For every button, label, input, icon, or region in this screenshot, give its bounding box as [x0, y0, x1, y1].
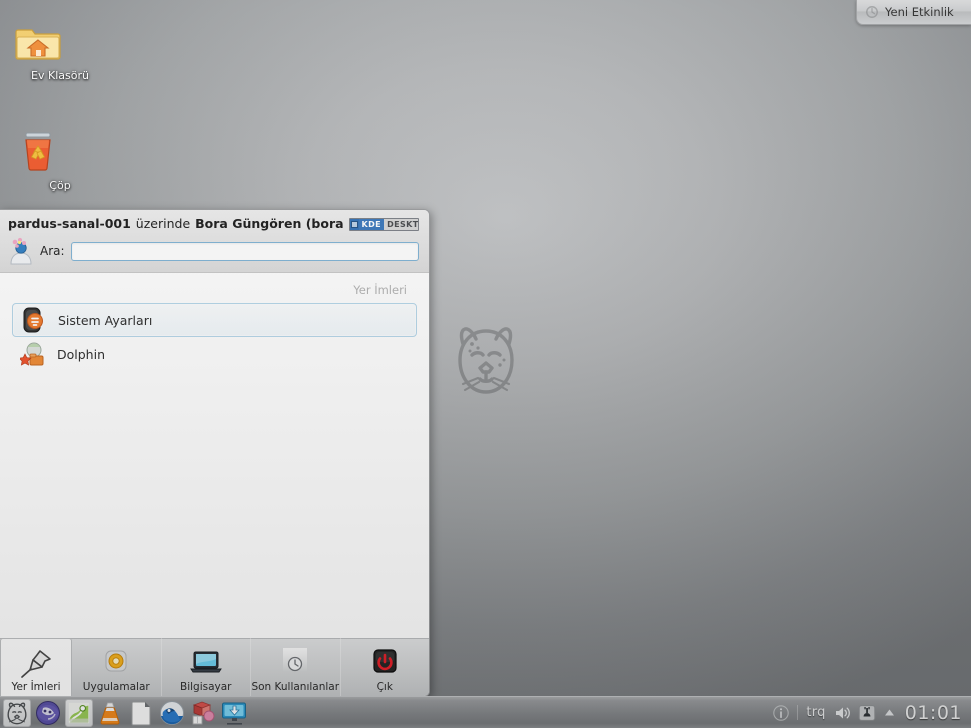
tab-label: Yer İmleri: [11, 681, 61, 693]
desktop-background[interactable]: Ev Klasörü Çöp Yeni Etkinlik pardus-sana…: [0, 0, 971, 728]
system-tray: trq 01:01: [772, 697, 971, 728]
speaker-icon[interactable]: [833, 704, 851, 722]
kickoff-username: Bora Güngören (bora: [195, 216, 344, 231]
new-activity-button[interactable]: Yeni Etkinlik: [856, 0, 971, 25]
tab-label: Çık: [376, 681, 393, 693]
clock-recent-icon: [283, 648, 308, 672]
kde-badge-kde: KDE: [358, 218, 385, 230]
tab-label: Bilgisayar: [180, 681, 232, 693]
package-manager-icon[interactable]: [189, 699, 217, 727]
desktop-icon-home-folder[interactable]: Ev Klasörü: [14, 17, 106, 82]
keyboard-layout-indicator[interactable]: trq: [797, 705, 825, 720]
globe-theater-icon[interactable]: [34, 699, 62, 727]
kickoff-entry-label: Sistem Ayarları: [58, 312, 153, 328]
kde-badge-desktop: DESKTOP: [384, 218, 418, 230]
pin-icon: [21, 650, 51, 678]
info-icon[interactable]: [772, 704, 790, 722]
pardus-leopard-logo: [458, 327, 514, 394]
trash-icon: [25, 132, 51, 171]
applications-icon: [105, 650, 127, 672]
tab-computer[interactable]: Bilgisayar: [162, 638, 251, 696]
konqueror-icon[interactable]: [158, 699, 186, 727]
computer-icon: [189, 651, 222, 673]
tab-label: Son Kullanılanlar: [251, 681, 340, 693]
power-leave-icon: [373, 649, 397, 673]
desktop-icon-label: Çöp: [49, 179, 71, 192]
dolphin-bookmark-icon: [20, 342, 44, 366]
kickoff-entry-system-settings[interactable]: Sistem Ayarları: [12, 303, 417, 337]
tab-recently-used[interactable]: Son Kullanılanlar: [251, 638, 341, 696]
new-activity-label: Yeni Etkinlik: [885, 5, 954, 19]
device-notifier-icon[interactable]: [858, 704, 876, 722]
tab-label: Uygulamalar: [82, 681, 150, 693]
bookmarks-section-label: Yer İmleri: [353, 283, 407, 297]
search-label: Ara:: [40, 244, 65, 258]
kde-desktop-badge: KDE DESKTOP: [348, 217, 419, 231]
kickoff-tab-bar: Yer İmleri Uygulamalar Bilgisayar Son Ku…: [0, 638, 429, 696]
search-row: Ara:: [8, 237, 419, 265]
kickoff-header: pardus-sanal-001 üzerinde Bora Güngören …: [0, 210, 429, 273]
desktop-icon-trash[interactable]: Çöp: [14, 127, 106, 192]
show-desktop-pardus-icon[interactable]: [3, 698, 31, 727]
kickoff-entry-dolphin[interactable]: Dolphin: [12, 337, 417, 371]
tab-leave[interactable]: Çık: [341, 638, 430, 696]
launcher-area: [0, 697, 248, 728]
user-avatar-icon: [10, 237, 32, 265]
kickoff-hostname: pardus-sanal-001: [8, 216, 131, 231]
green-map-icon[interactable]: [65, 698, 93, 727]
kickoff-menu[interactable]: pardus-sanal-001 üzerinde Bora Güngören …: [0, 209, 430, 697]
home-folder-icon: [15, 29, 61, 60]
activity-circle-icon: [866, 6, 878, 18]
chevron-up-icon[interactable]: [883, 706, 896, 719]
document-icon[interactable]: [127, 699, 155, 727]
search-input[interactable]: [70, 241, 419, 261]
clock[interactable]: 01:01: [903, 702, 962, 724]
system-settings-icon: [23, 307, 43, 333]
taskbar-panel: trq 01:01: [0, 696, 971, 728]
tab-bookmarks[interactable]: Yer İmleri: [0, 638, 72, 696]
kickoff-title-connector: üzerinde: [135, 216, 191, 231]
kickoff-body: Yer İmleri Sistem Ayarları Dolphin: [0, 273, 429, 638]
kickoff-entry-label: Dolphin: [57, 346, 105, 362]
vlc-cone-icon[interactable]: [96, 699, 124, 727]
software-update-icon[interactable]: [220, 699, 248, 727]
tab-applications[interactable]: Uygulamalar: [72, 638, 162, 696]
kickoff-title: pardus-sanal-001 üzerinde Bora Güngören …: [8, 216, 419, 232]
desktop-icon-label: Ev Klasörü: [31, 69, 89, 82]
